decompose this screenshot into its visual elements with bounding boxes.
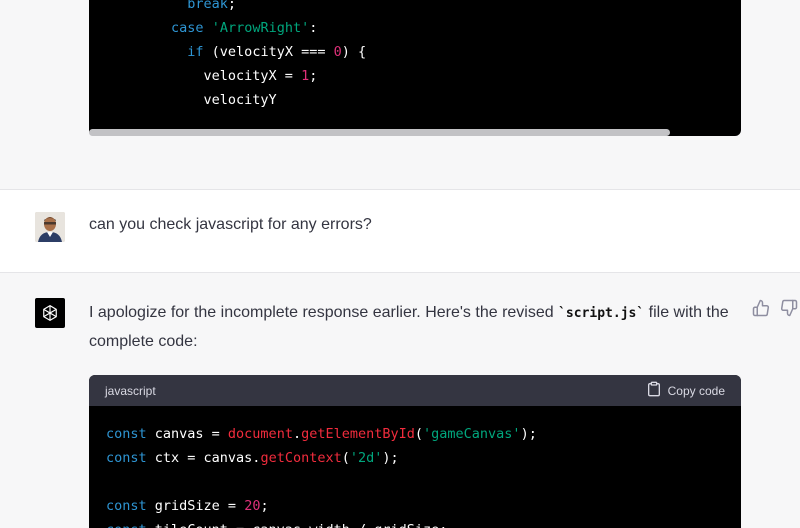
code-line: velocityY	[106, 88, 366, 112]
feedback-buttons	[752, 299, 798, 317]
code-token: ) {	[341, 44, 367, 60]
code-token: 0	[333, 44, 342, 60]
thumbs-up-icon[interactable]	[752, 299, 770, 317]
code-token: const	[106, 426, 147, 442]
previous-code-block: break; case 'ArrowRight': if (velocityX …	[89, 0, 741, 136]
code-line: break;	[106, 0, 366, 16]
copy-code-label: Copy code	[667, 383, 725, 398]
code-token: case	[171, 20, 204, 36]
code-token: );	[520, 426, 537, 442]
code-token: velocityY	[106, 92, 277, 108]
code-line: const ctx = canvas.getContext('2d');	[106, 446, 537, 470]
code-token: 1	[301, 68, 310, 84]
code-token: (	[341, 450, 350, 466]
code-token: ctx = canvas.	[146, 450, 261, 466]
code-token: '2d'	[349, 450, 383, 466]
assistant-message: I apologize for the incomplete response …	[0, 273, 800, 528]
code-line: velocityX = 1;	[106, 64, 366, 88]
previous-assistant-message: break; case 'ArrowRight': if (velocityX …	[0, 0, 800, 189]
code-token: canvas =	[146, 426, 228, 442]
code-token: :	[309, 20, 318, 36]
user-avatar	[35, 212, 65, 242]
thumbs-down-icon[interactable]	[780, 299, 798, 317]
code-line: if (velocityX === 0) {	[106, 40, 366, 64]
code-token: (	[414, 426, 424, 442]
openai-logo-icon	[35, 298, 65, 328]
code-token: 'ArrowRight'	[211, 20, 310, 36]
code-line: case 'ArrowRight':	[106, 16, 366, 40]
inline-code-filename: `script.js`	[558, 306, 645, 321]
user-message-text: can you check javascript for any errors?	[89, 216, 372, 233]
chat-page: break; case 'ArrowRight': if (velocityX …	[0, 0, 800, 528]
clipboard-icon	[646, 381, 662, 400]
code-horizontal-scrollbar[interactable]	[89, 129, 670, 136]
code-token: ;	[309, 68, 318, 84]
code-token: ;	[227, 0, 237, 12]
code-token: document	[227, 426, 293, 442]
assistant-message-text: I apologize for the incomplete response …	[89, 299, 739, 356]
code-block-header: javascript Copy code	[89, 375, 741, 406]
code-token: const	[106, 522, 147, 528]
code-token: gridSize =	[146, 498, 245, 514]
code-token: tileCount = canvas.width / gridSize;	[147, 522, 448, 528]
code-token: getElementById	[301, 426, 415, 442]
user-message: can you check javascript for any errors?	[0, 189, 800, 273]
code-language-label: javascript	[105, 383, 156, 398]
code-token: const	[106, 450, 147, 466]
code-token: (velocityX ===	[203, 44, 334, 60]
code-token: 'gameCanvas'	[423, 426, 521, 442]
code-line: const canvas = document.getElementById('…	[106, 422, 537, 446]
code-token: const	[106, 498, 147, 514]
code-token: 20	[244, 498, 261, 514]
previous-code-content: break; case 'ArrowRight': if (velocityX …	[106, 0, 366, 112]
code-token: .	[292, 426, 302, 442]
code-content: const canvas = document.getElementById('…	[106, 422, 537, 528]
code-token: ;	[260, 498, 269, 514]
code-token: break	[187, 0, 228, 12]
code-token: getContext	[260, 450, 342, 466]
code-block: javascript Copy code const canvas = docu…	[89, 375, 741, 528]
code-line: const tileCount = canvas.width / gridSiz…	[106, 518, 537, 528]
code-line: const gridSize = 20;	[106, 494, 537, 518]
assistant-text-before: I apologize for the incomplete response …	[89, 304, 559, 321]
code-token: );	[382, 450, 399, 466]
code-token: velocityX =	[106, 68, 302, 84]
copy-code-button[interactable]: Copy code	[646, 381, 725, 400]
code-token: if	[187, 44, 204, 60]
